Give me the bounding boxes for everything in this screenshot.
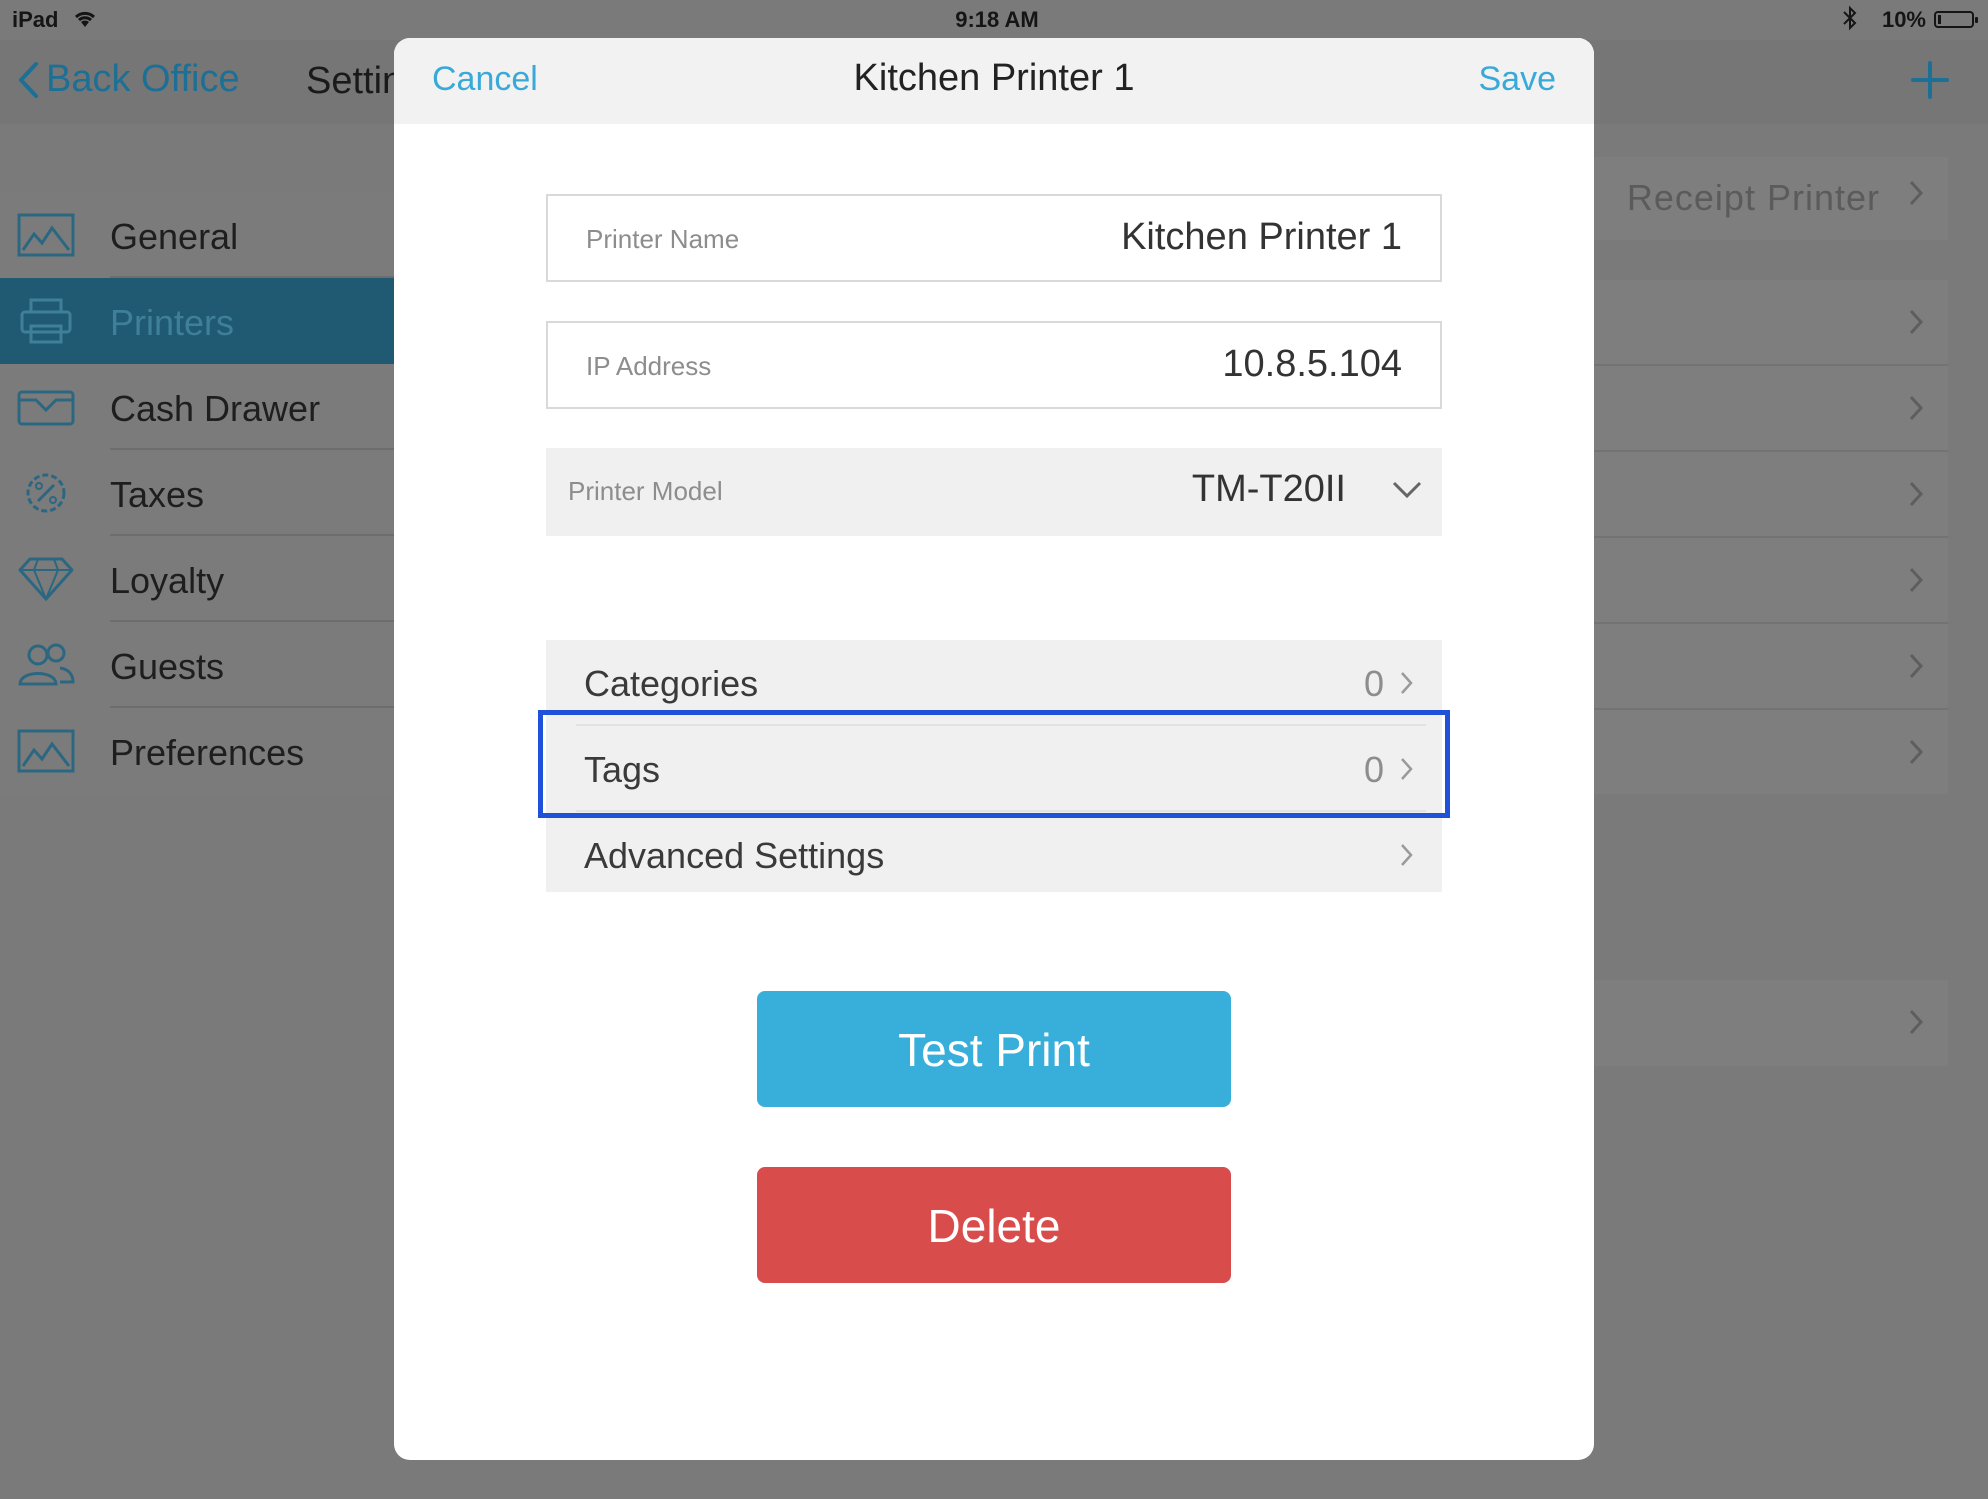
sidebar-item-preferences[interactable]: Preferences xyxy=(0,708,400,794)
delete-button[interactable]: Delete xyxy=(757,1167,1231,1283)
list-item[interactable] xyxy=(1590,980,1948,1066)
chevron-right-icon xyxy=(1908,738,1924,774)
printer-model-value: TM-T20II xyxy=(1191,468,1346,510)
image-icon xyxy=(16,210,76,260)
test-print-button[interactable]: Test Print xyxy=(757,991,1231,1107)
clock: 9:18 AM xyxy=(955,7,1039,32)
chevron-right-icon xyxy=(1908,308,1924,344)
chevron-down-icon[interactable] xyxy=(1390,472,1424,506)
list-item[interactable] xyxy=(1590,710,1948,796)
printer-name-label: Printer Name xyxy=(586,224,740,254)
categories-count: 0 xyxy=(1363,663,1384,704)
tags-row[interactable]: Tags 0 xyxy=(546,726,1442,812)
sidebar-item-cash-drawer[interactable]: Cash Drawer xyxy=(0,364,400,450)
page-title: Settings xyxy=(306,60,396,102)
settings-sidebar: General Printers Cash Drawer Taxes Loyal… xyxy=(0,192,400,794)
bluetooth-icon xyxy=(1842,5,1858,37)
receipt-printer-label: Receipt Printer xyxy=(1626,177,1880,218)
sidebar-item-printers[interactable]: Printers xyxy=(0,278,400,364)
chevron-left-icon xyxy=(19,61,38,98)
receipt-printer-row[interactable]: Receipt Printer xyxy=(1590,157,1948,240)
advanced-settings-row[interactable]: Advanced Settings xyxy=(546,812,1442,898)
ip-address-value[interactable]: 10.8.5.104 xyxy=(1222,343,1402,386)
battery-icon xyxy=(1934,11,1978,28)
advanced-settings-label: Advanced Settings xyxy=(584,835,885,876)
sidebar-item-label: Guests xyxy=(110,646,225,687)
plus-icon[interactable] xyxy=(1910,58,1950,108)
chevron-right-icon xyxy=(1908,394,1924,430)
back-label: Back Office xyxy=(46,58,240,100)
sidebar-item-general[interactable]: General xyxy=(0,192,400,278)
printer-options-list: Categories 0 Tags 0 Advanced Settings xyxy=(546,640,1442,892)
chevron-right-icon xyxy=(1398,840,1416,870)
cash-drawer-icon xyxy=(16,382,76,432)
printer-name-field[interactable]: Printer Name Kitchen Printer 1 xyxy=(546,194,1442,282)
sidebar-item-label: Taxes xyxy=(110,474,205,515)
chevron-right-icon xyxy=(1908,652,1924,688)
chevron-right-icon xyxy=(1908,1008,1924,1044)
tags-count: 0 xyxy=(1363,749,1384,790)
printer-model-label: Printer Model xyxy=(568,476,723,506)
percent-gear-icon xyxy=(16,468,76,518)
printer-name-value[interactable]: Kitchen Printer 1 xyxy=(1121,216,1402,259)
status-bar: iPad 9:18 AM 10% xyxy=(0,0,1988,40)
diamond-icon xyxy=(16,554,76,604)
sidebar-item-loyalty[interactable]: Loyalty xyxy=(0,536,400,622)
ip-address-field[interactable]: IP Address 10.8.5.104 xyxy=(546,321,1442,409)
sidebar-item-label: Loyalty xyxy=(110,560,225,601)
chevron-right-icon xyxy=(1908,566,1924,602)
printer-icon xyxy=(16,296,76,346)
modal-title: Kitchen Printer 1 xyxy=(853,57,1135,99)
modal-header: Cancel Kitchen Printer 1 Save xyxy=(394,38,1594,124)
ip-address-label: IP Address xyxy=(586,351,712,381)
sidebar-item-label: Printers xyxy=(110,302,235,343)
chevron-right-icon xyxy=(1398,668,1416,698)
printer-model-select[interactable]: Printer Model TM-T20II xyxy=(546,448,1442,536)
chevron-right-icon xyxy=(1908,179,1924,215)
categories-row[interactable]: Categories 0 xyxy=(546,640,1442,726)
sidebar-item-label: Cash Drawer xyxy=(110,388,321,429)
save-button[interactable]: Save xyxy=(1479,60,1557,99)
back-button[interactable]: Back Office xyxy=(16,58,240,101)
list-item[interactable] xyxy=(1590,538,1948,624)
list-item[interactable] xyxy=(1590,452,1948,538)
list-item[interactable] xyxy=(1590,624,1948,710)
battery-percent: 10% xyxy=(1881,7,1926,32)
sidebar-item-label: Preferences xyxy=(110,732,305,773)
chevron-right-icon xyxy=(1398,754,1416,784)
list-item[interactable] xyxy=(1590,280,1948,366)
printer-edit-modal: Cancel Kitchen Printer 1 Save Printer Na… xyxy=(394,38,1594,1460)
list-item[interactable] xyxy=(1590,366,1948,452)
printer-list xyxy=(1590,280,1948,794)
categories-label: Categories xyxy=(584,663,759,704)
tags-label: Tags xyxy=(584,749,661,790)
users-icon xyxy=(16,640,76,690)
sidebar-item-label: General xyxy=(110,216,239,257)
chevron-right-icon xyxy=(1908,480,1924,516)
sidebar-item-taxes[interactable]: Taxes xyxy=(0,450,400,536)
sidebar-item-guests[interactable]: Guests xyxy=(0,622,400,708)
image-icon xyxy=(16,726,76,776)
